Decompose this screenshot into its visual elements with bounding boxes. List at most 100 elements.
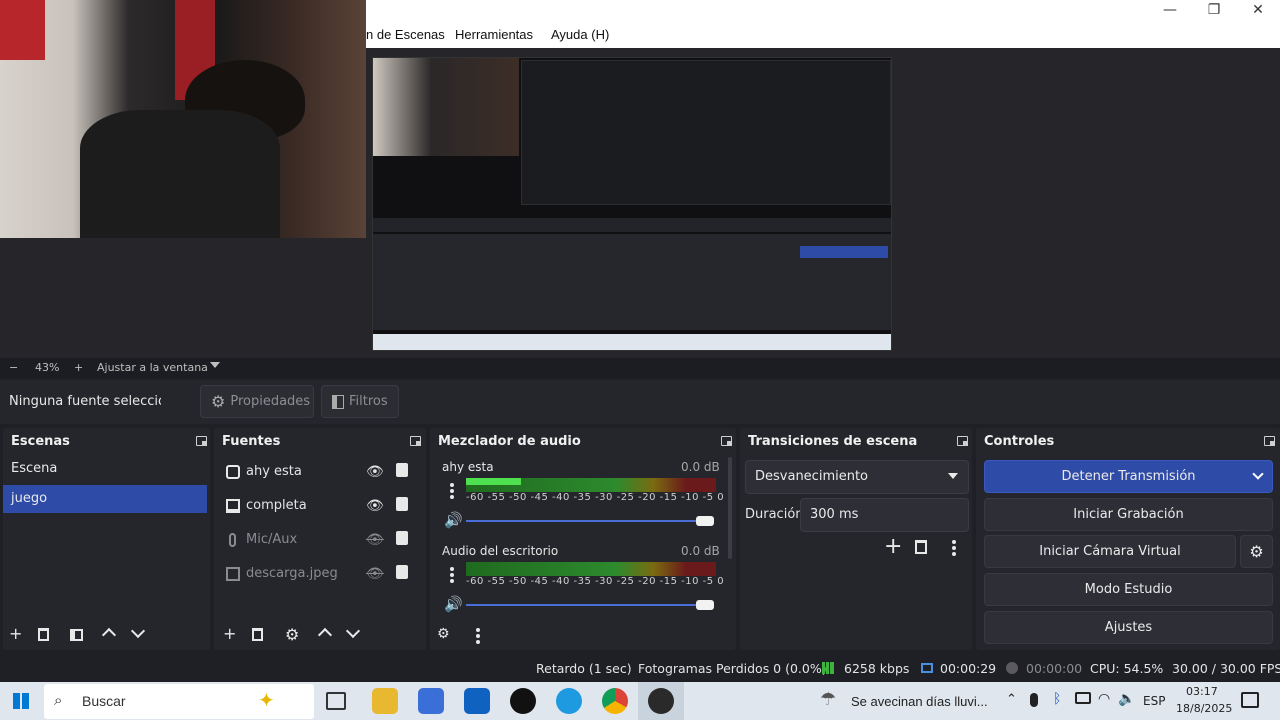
add-scene-icon[interactable]: +	[9, 626, 22, 642]
volume-slider-knob[interactable]	[696, 516, 714, 526]
notification-icon[interactable]	[1241, 692, 1259, 708]
status-bar: Retardo (1 sec) Fotogramas Perdidos 0 (0…	[0, 655, 1280, 682]
eye-icon[interactable]: 👁	[366, 464, 384, 480]
scene-filter-icon[interactable]	[70, 629, 83, 641]
properties-label: Propiedades	[230, 394, 311, 409]
volume-slider[interactable]	[466, 604, 706, 606]
mixer-scrollbar[interactable]	[728, 457, 732, 559]
properties-button[interactable]: ⚙ Propiedades	[200, 385, 314, 418]
trash-icon[interactable]	[252, 628, 263, 641]
edge-icon[interactable]	[556, 688, 582, 714]
scene-item-escena[interactable]: Escena	[3, 455, 207, 483]
dock-float-icon[interactable]	[196, 436, 207, 446]
lock-icon[interactable]	[396, 497, 408, 511]
channel-menu-icon[interactable]	[450, 567, 454, 585]
trash-icon[interactable]	[915, 540, 927, 554]
add-source-icon[interactable]: +	[223, 626, 236, 642]
channel-menu-icon[interactable]	[450, 483, 454, 501]
nested-toolbar	[373, 218, 891, 232]
add-transition-icon[interactable]: +	[884, 534, 902, 560]
language-indicator[interactable]: ESP	[1143, 694, 1165, 708]
zoom-dropdown-icon[interactable]	[210, 362, 220, 368]
filters-label: Filtros	[349, 394, 388, 409]
lock-icon[interactable]	[396, 565, 408, 579]
device-icon[interactable]	[1075, 692, 1091, 704]
studio-mode-button[interactable]: Modo Estudio	[984, 573, 1273, 606]
speaker-icon[interactable]: 🔊	[444, 595, 463, 613]
obs-icon[interactable]	[648, 688, 674, 714]
scene-item-juego[interactable]: juego	[3, 485, 207, 513]
filters-button[interactable]: Filtros	[321, 385, 399, 418]
channel-db: 0.0 dB	[681, 460, 720, 474]
mixer-settings-gear-icon[interactable]: ⚙	[437, 626, 450, 642]
eye-hidden-icon[interactable]: 👁	[366, 532, 384, 548]
dock-float-icon[interactable]	[1264, 436, 1275, 446]
source-label: Mic/Aux	[246, 532, 298, 547]
virtual-camera-settings-gear-icon[interactable]: ⚙	[1240, 535, 1273, 568]
outlook-icon[interactable]	[464, 688, 490, 714]
taskbar-search[interactable]: ⌕ Buscar ✦	[44, 684, 314, 719]
dock-float-icon[interactable]	[721, 436, 732, 446]
transition-menu-icon[interactable]	[952, 540, 956, 558]
scenes-title: Escenas	[11, 434, 70, 449]
virtual-camera-button[interactable]: Iniciar Cámara Virtual	[984, 535, 1236, 568]
close-button[interactable]: ✕	[1236, 0, 1280, 22]
task-view-icon[interactable]	[326, 692, 346, 710]
no-source-label: Ninguna fuente seleccionada	[9, 394, 161, 409]
taskbar: ⌕ Buscar ✦ ☂ Se avecinan días lluvi... ⌃…	[0, 682, 1280, 720]
weather-text[interactable]: Se avecinan días lluvi...	[851, 694, 988, 709]
dock-float-icon[interactable]	[957, 436, 968, 446]
meter-ticks: -60 -55 -50 -45 -40 -35 -30 -25 -20 -15 …	[466, 492, 725, 503]
duration-value: 300 ms	[810, 507, 859, 522]
source-row[interactable]: Mic/Aux 👁	[218, 526, 414, 556]
start-recording-button[interactable]: Iniciar Grabación	[984, 498, 1273, 531]
volume-icon[interactable]: 🔈	[1118, 691, 1135, 707]
speaker-icon[interactable]: 🔊	[444, 511, 463, 529]
lock-icon[interactable]	[396, 531, 408, 545]
source-row[interactable]: completa 👁	[218, 492, 414, 522]
source-row[interactable]: descarga.jpeg 👁	[218, 560, 414, 590]
source-row[interactable]: ahy esta 👁	[218, 458, 414, 488]
chrome-icon[interactable]	[602, 688, 628, 714]
gear-icon[interactable]: ⚙	[285, 625, 299, 644]
transition-select[interactable]: Desvanecimiento	[745, 460, 969, 494]
menu-help[interactable]: Ayuda (H)	[551, 27, 609, 42]
volume-slider-knob[interactable]	[696, 600, 714, 610]
zoom-percent: 43%	[35, 361, 60, 374]
menu-tools[interactable]: Herramientas	[455, 27, 533, 42]
zoom-out-button[interactable]: −	[9, 361, 18, 374]
nested-obs	[521, 60, 891, 205]
zoom-in-button[interactable]: +	[74, 361, 83, 374]
file-explorer-icon[interactable]	[372, 688, 398, 714]
duration-spinbox[interactable]: 300 ms	[800, 498, 969, 532]
settings-button[interactable]: Ajustes	[984, 611, 1273, 644]
menu-scene-collection[interactable]: n de Escenas	[366, 27, 445, 42]
gear-icon: ⚙	[211, 392, 226, 411]
windows-start-icon[interactable]	[13, 693, 29, 709]
mixer-menu-icon[interactable]	[476, 628, 480, 646]
dock-float-icon[interactable]	[410, 436, 421, 446]
clock-time[interactable]: 03:17	[1186, 685, 1218, 698]
chevron-down-icon	[948, 473, 958, 479]
volume-slider[interactable]	[466, 520, 706, 522]
stop-stream-button[interactable]: Detener Transmisión	[984, 460, 1273, 493]
microphone-icon[interactable]	[1030, 693, 1038, 707]
chevron-up-icon[interactable]: ⌃	[1006, 692, 1017, 707]
meter-level	[466, 478, 521, 485]
eye-icon[interactable]: 👁	[366, 498, 384, 514]
trash-icon[interactable]	[38, 628, 49, 641]
lock-icon[interactable]	[396, 463, 408, 477]
store-icon[interactable]	[418, 688, 444, 714]
controls-title: Controles	[984, 434, 1055, 449]
zoom-fit-label[interactable]: Ajustar a la ventana	[97, 361, 208, 374]
bluetooth-icon[interactable]: ᛒ	[1053, 691, 1061, 707]
restore-button[interactable]: ❐	[1192, 0, 1236, 22]
tiktok-icon[interactable]	[510, 688, 536, 714]
bitrate-status: 6258 kbps	[844, 661, 910, 676]
wifi-icon[interactable]: ◠	[1098, 691, 1110, 707]
eye-hidden-icon[interactable]: 👁	[366, 566, 384, 582]
minimize-button[interactable]: —	[1148, 0, 1192, 22]
meter-ticks: -60 -55 -50 -45 -40 -35 -30 -25 -20 -15 …	[466, 576, 725, 587]
monitor-icon	[226, 499, 240, 513]
clock-date[interactable]: 18/8/2025	[1176, 702, 1232, 715]
